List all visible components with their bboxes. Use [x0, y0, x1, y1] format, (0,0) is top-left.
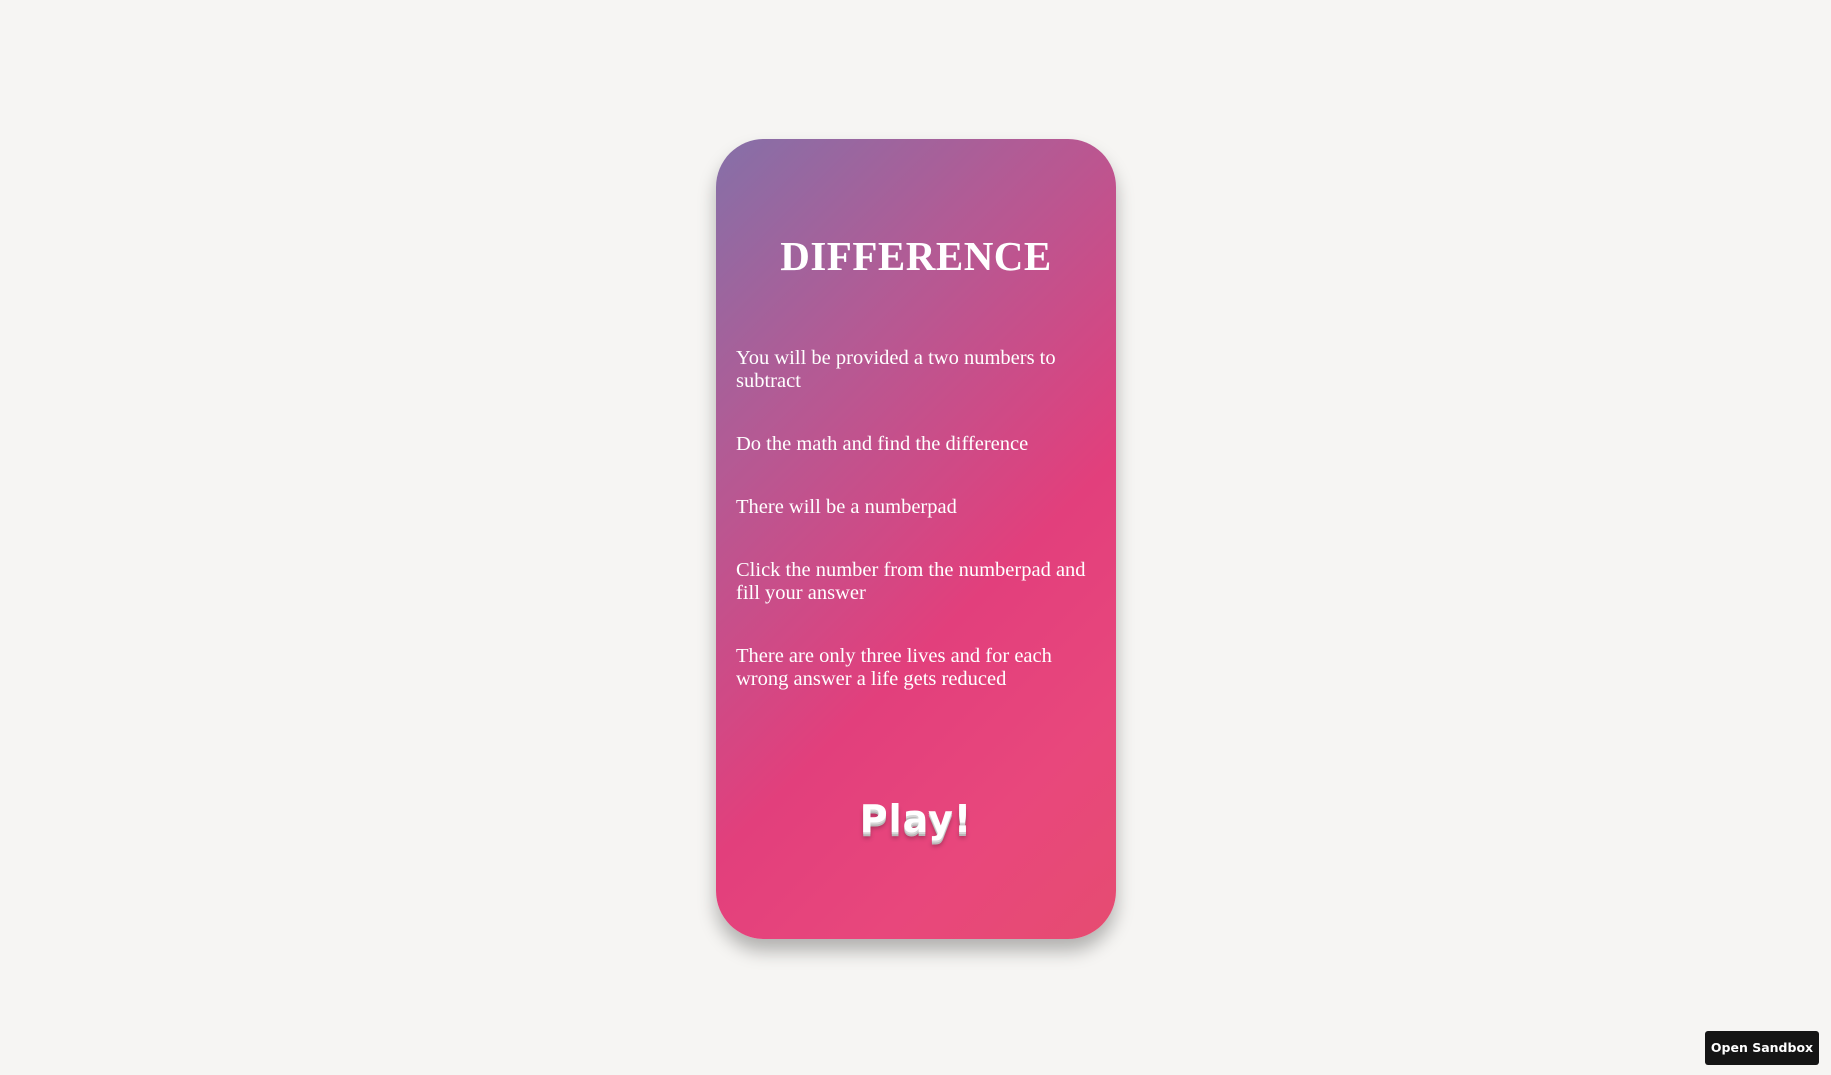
play-button[interactable]: Play!	[716, 797, 1116, 841]
game-title: DIFFERENCE	[780, 233, 1052, 279]
open-sandbox-button[interactable]: Open Sandbox	[1705, 1031, 1819, 1065]
game-card: DIFFERENCE You will be provided a two nu…	[716, 139, 1116, 939]
rule-item: Click the number from the numberpad and …	[736, 559, 1086, 604]
rules-list: You will be provided a two numbers to su…	[736, 347, 1101, 731]
rule-item: You will be provided a two numbers to su…	[736, 347, 1056, 392]
rule-item: There will be a numberpad	[736, 496, 957, 518]
rule-item: There are only three lives and for each …	[736, 645, 1052, 690]
rule-item: Do the math and find the difference	[736, 433, 1029, 455]
